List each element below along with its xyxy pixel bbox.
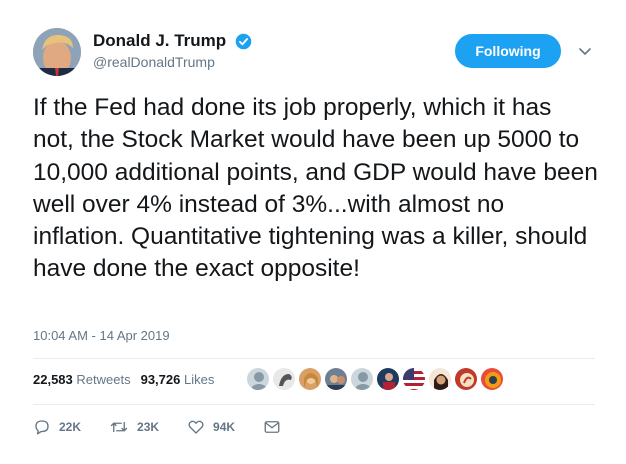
liker-avatar[interactable] [272,367,296,391]
retweet-count: 23K [137,420,160,434]
liker-avatar[interactable] [324,367,348,391]
default-avatar-icon [247,368,269,390]
display-name[interactable]: Donald J. Trump [93,31,226,51]
tweet-text: If the Fed had done its job properly, wh… [33,94,598,283]
verified-badge-icon [235,33,251,49]
tweet-timestamp[interactable]: 10:04 AM - 14 Apr 2019 [33,328,170,343]
reply-icon [35,420,49,435]
user-header[interactable]: Donald J. Trump @realDonaldTrump [93,31,252,70]
heart-icon [188,420,204,434]
direct-message-button[interactable] [263,418,289,436]
divider [33,404,595,405]
profile-photo-icon [299,368,321,390]
profile-photo-icon [325,368,347,390]
liker-avatar[interactable] [298,367,322,391]
profile-photo-icon [429,368,451,390]
liker-avatars [246,367,506,391]
likes-label: Likes [183,372,215,387]
profile-photo-icon [481,368,503,390]
profile-photo-icon [33,28,81,76]
liker-avatar[interactable] [350,367,374,391]
tweet-stats: 22,583 Retweets 93,726 Likes [33,372,224,387]
retweets-stat[interactable]: 22,583 Retweets [33,372,131,387]
reply-button[interactable]: 22K [33,418,81,436]
profile-photo-icon [273,368,295,390]
liker-avatar[interactable] [402,367,426,391]
likes-count: 93,726 [140,372,181,387]
retweet-icon [110,421,128,433]
like-count: 94K [213,420,236,434]
user-handle[interactable]: @realDonaldTrump [93,54,252,70]
reply-count: 22K [59,420,82,434]
retweet-button[interactable]: 23K [109,418,159,436]
profile-photo-icon [455,368,477,390]
liker-avatar[interactable] [246,367,270,391]
likes-stat[interactable]: 93,726 Likes [141,372,215,387]
liker-avatar[interactable] [454,367,478,391]
flag-icon [403,368,425,390]
liker-avatar[interactable] [428,367,452,391]
profile-photo-icon [377,368,399,390]
liker-avatar[interactable] [480,367,504,391]
following-button[interactable]: Following [455,34,561,68]
like-button[interactable]: 94K [187,418,235,436]
liker-avatar[interactable] [376,367,400,391]
envelope-icon [264,421,280,433]
retweets-label: Retweets [76,372,131,387]
chevron-down-icon[interactable] [578,44,592,58]
default-avatar-icon [351,368,373,390]
retweets-count: 22,583 [33,372,73,387]
divider [33,358,595,359]
tweet-actions: 22K 23K 94K [33,418,317,436]
avatar[interactable] [33,28,81,76]
